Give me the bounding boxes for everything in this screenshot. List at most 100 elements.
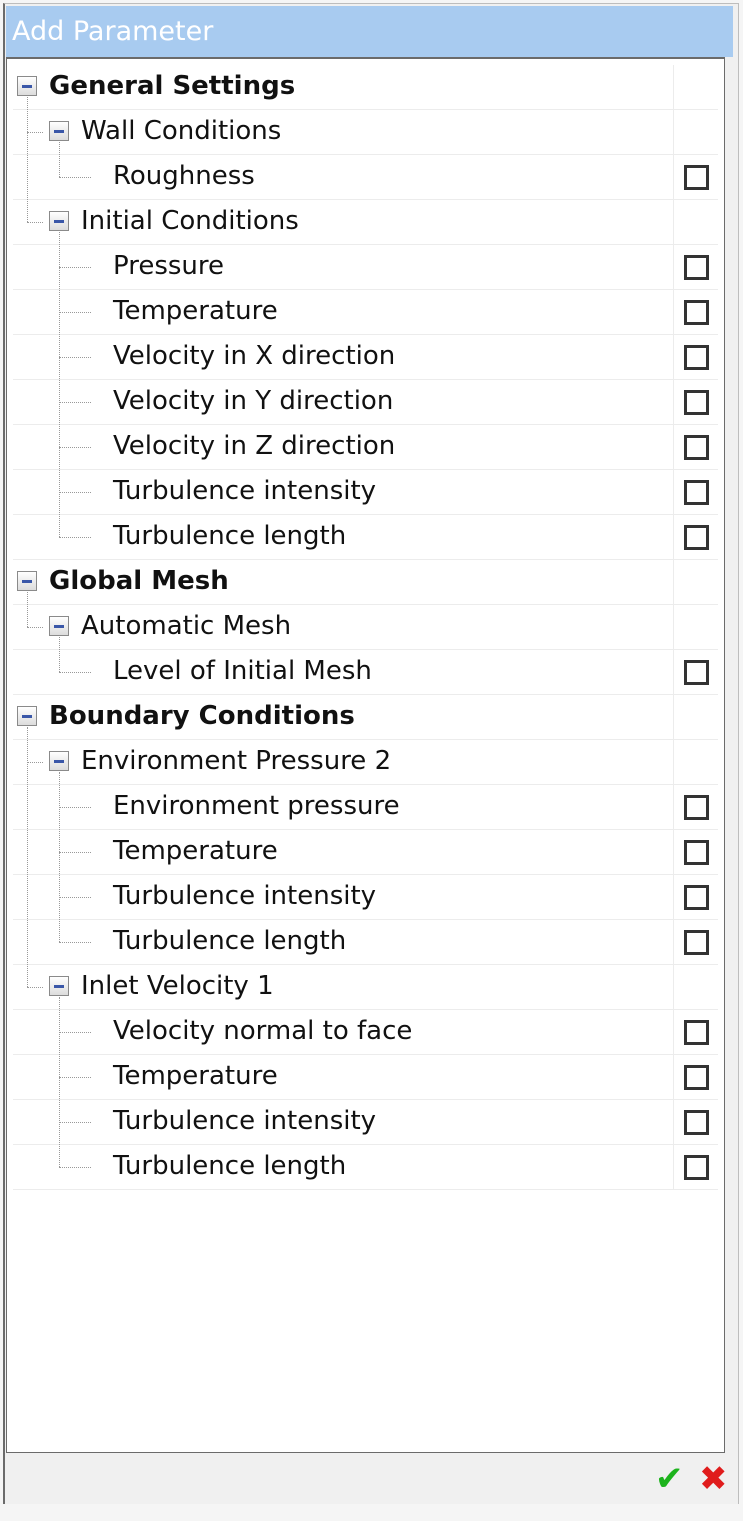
tree-item-label: Turbulence intensity [113,476,377,506]
tree-item-label: Wall Conditions [81,116,282,146]
checkbox-cell [673,1145,718,1189]
tree-item-label: Roughness [113,161,255,191]
tree-connector [59,492,91,493]
parameter-checkbox[interactable] [684,1155,709,1180]
tree-connector [59,267,91,268]
tree-item-group[interactable]: Automatic Mesh [13,605,718,650]
ok-button[interactable]: ✔ [655,1462,684,1496]
checkbox-cell [673,65,718,109]
tree-item-parameter[interactable]: Pressure [13,245,718,290]
parameter-checkbox[interactable] [684,1065,709,1090]
parameter-checkbox[interactable] [684,480,709,505]
tree-item-parameter[interactable]: Turbulence intensity [13,470,718,515]
parameter-checkbox[interactable] [684,795,709,820]
checkbox-cell [673,965,718,1009]
collapse-icon[interactable] [49,616,69,636]
tree-item-parameter[interactable]: Turbulence intensity [13,875,718,920]
tree-connector [59,672,91,673]
tree-connector [59,1167,91,1168]
cancel-button[interactable]: ✖ [699,1462,728,1496]
tree-connector [27,627,43,628]
tree-item-label: Environment Pressure 2 [81,746,392,776]
tree-connector [59,357,91,358]
tree-item-label: General Settings [49,71,296,101]
tree-item-parameter[interactable]: Environment pressure [13,785,718,830]
collapse-icon[interactable] [49,976,69,996]
tree-item-label: Velocity normal to face [113,1016,413,1046]
tree-item-parameter[interactable]: Velocity in X direction [13,335,718,380]
parameter-checkbox[interactable] [684,930,709,955]
checkbox-cell [673,1010,718,1054]
tree-item-label: Temperature [113,296,278,326]
tree-item-parameter[interactable]: Turbulence length [13,515,718,560]
collapse-icon[interactable] [49,121,69,141]
tree-item-parameter[interactable]: Temperature [13,290,718,335]
tree-item-parameter[interactable]: Level of Initial Mesh [13,650,718,695]
tree-connector [59,447,91,448]
tree-item-parameter[interactable]: Temperature [13,1055,718,1100]
collapse-icon[interactable] [49,751,69,771]
checkbox-cell [673,830,718,874]
collapse-icon[interactable] [17,706,37,726]
tree-item-parameter[interactable]: Turbulence length [13,920,718,965]
tree-item-parameter[interactable]: Turbulence intensity [13,1100,718,1145]
tree-item-category[interactable]: General Settings [13,65,718,110]
parameter-checkbox[interactable] [684,1020,709,1045]
tree-item-label: Velocity in Z direction [113,431,396,461]
parameter-checkbox[interactable] [684,1110,709,1135]
tree-item-parameter[interactable]: Roughness [13,155,718,200]
checkbox-cell [673,1055,718,1099]
checkbox-cell [673,695,718,739]
tree-item-group[interactable]: Initial Conditions [13,200,718,245]
tree-item-parameter[interactable]: Temperature [13,830,718,875]
checkbox-cell [673,425,718,469]
tree-item-label: Velocity in Y direction [113,386,394,416]
tree-connector [59,1122,91,1123]
tree-connector [59,537,91,538]
parameter-checkbox[interactable] [684,885,709,910]
parameter-checkbox[interactable] [684,435,709,460]
tree-connector [59,142,60,177]
tree-item-group[interactable]: Inlet Velocity 1 [13,965,718,1010]
parameter-checkbox[interactable] [684,165,709,190]
tree-connector [27,132,43,133]
checkbox-cell [673,785,718,829]
parameter-checkbox[interactable] [684,255,709,280]
tree-item-parameter[interactable]: Velocity in Y direction [13,380,718,425]
checkbox-cell [673,380,718,424]
tree-item-parameter[interactable]: Turbulence length [13,1145,718,1190]
parameter-checkbox[interactable] [684,300,709,325]
parameter-tree[interactable]: General Settings Wall Conditions Roughness… [6,57,725,1453]
checkbox-cell [673,245,718,289]
tree-connector [59,942,91,943]
collapse-icon[interactable] [17,76,37,96]
checkbox-cell [673,515,718,559]
tree-item-category[interactable]: Global Mesh [13,560,718,605]
tree-connector [27,222,43,223]
checkbox-cell [673,110,718,154]
tree-item-label: Initial Conditions [81,206,299,236]
checkbox-cell [673,740,718,784]
tree-item-label: Global Mesh [49,566,229,596]
parameter-checkbox[interactable] [684,345,709,370]
checkbox-cell [673,290,718,334]
collapse-icon[interactable] [49,211,69,231]
checkbox-cell [673,875,718,919]
tree-item-group[interactable]: Environment Pressure 2 [13,740,718,785]
checkbox-cell [673,605,718,649]
tree-item-category[interactable]: Boundary Conditions [13,695,718,740]
tree-item-label: Inlet Velocity 1 [81,971,274,1001]
parameter-checkbox[interactable] [684,390,709,415]
collapse-icon[interactable] [17,571,37,591]
tree-item-parameter[interactable]: Velocity in Z direction [13,425,718,470]
parameter-checkbox[interactable] [684,525,709,550]
tree-item-label: Level of Initial Mesh [113,656,372,686]
tree-connector [27,592,28,627]
parameter-checkbox[interactable] [684,840,709,865]
tree-item-parameter[interactable]: Velocity normal to face [13,1010,718,1055]
tree-item-group[interactable]: Wall Conditions [13,110,718,155]
tree-item-label: Temperature [113,1061,278,1091]
tree-item-label: Velocity in X direction [113,341,396,371]
tree-connector [59,807,91,808]
parameter-checkbox[interactable] [684,660,709,685]
